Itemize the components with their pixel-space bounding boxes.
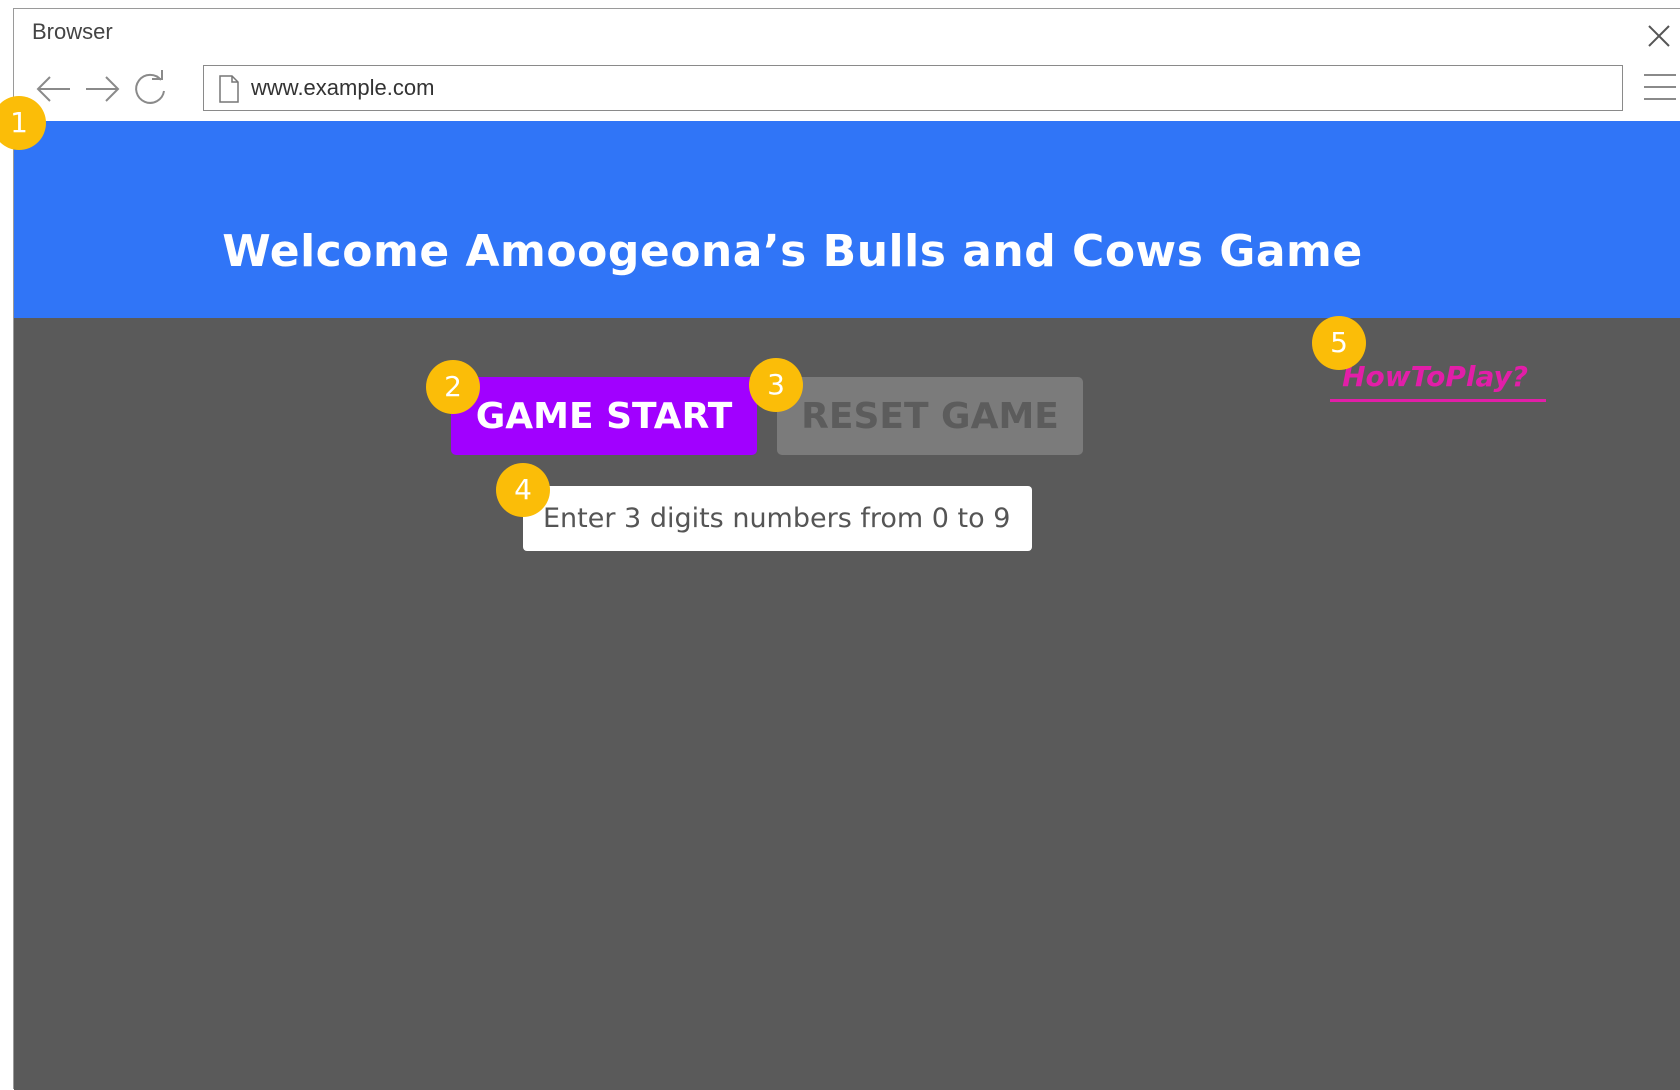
how-to-play-link[interactable]: HowToPlay? [1330,360,1546,402]
reset-game-button[interactable]: RESET GAME [777,377,1083,455]
close-icon [1648,25,1670,47]
annotation-marker-2: 2 [426,360,480,414]
browser-window: Browser www.example.com Welcome Amoogeon… [13,8,1680,1090]
game-area: GAME START RESET GAME HowToPlay? 2 3 4 5 [14,316,1680,1090]
header-banner: Welcome Amoogeona’s Bulls and Cows Game [14,121,1680,318]
forward-button[interactable] [80,67,124,111]
hamburger-menu-icon [1644,74,1676,100]
annotation-marker-4: 4 [496,463,550,517]
reload-icon [135,70,165,104]
number-input[interactable] [523,486,1032,551]
title-bar: Browser [14,9,1680,57]
annotation-marker-5: 5 [1312,316,1366,370]
window-title: Browser [32,19,113,44]
page-icon [219,75,239,103]
game-start-button[interactable]: GAME START [451,377,757,455]
url-text: www.example.com [251,75,435,100]
arrow-right-icon [86,76,120,102]
menu-button[interactable] [1640,67,1680,107]
reload-button[interactable] [128,67,172,111]
navigation-bar: www.example.com [14,57,1680,121]
close-button[interactable] [1640,17,1680,57]
annotation-marker-3: 3 [749,358,803,412]
address-bar[interactable]: www.example.com [203,65,1623,111]
page-title: Welcome Amoogeona’s Bulls and Cows Game [222,226,1363,277]
